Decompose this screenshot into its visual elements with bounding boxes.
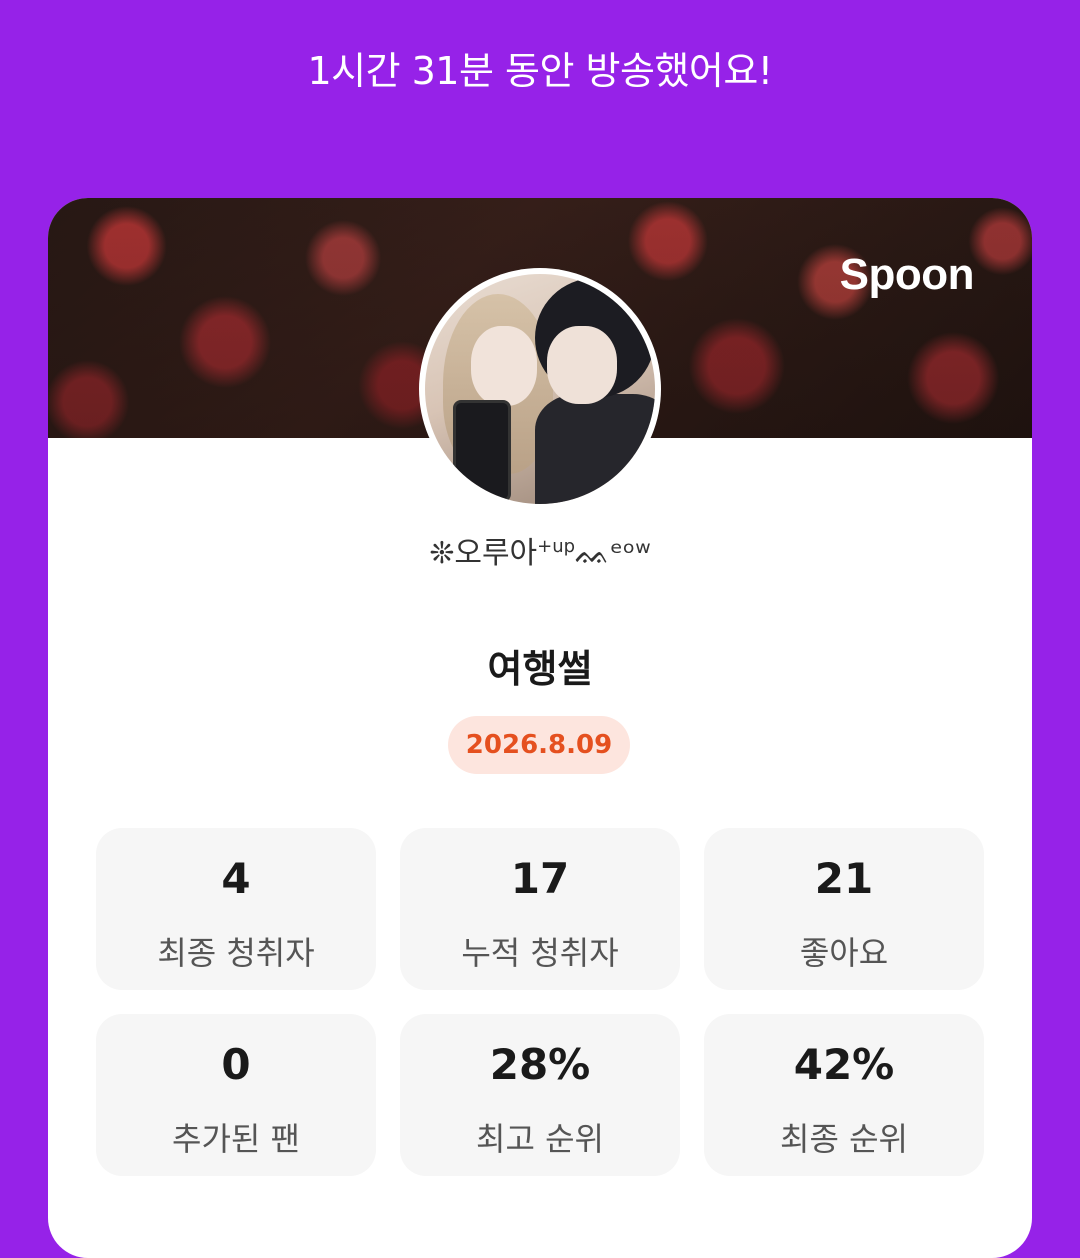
stat-value: 28% (489, 1040, 591, 1089)
stat-final-listeners: 4 최종 청취자 (96, 828, 376, 990)
broadcast-title: 여행썰 (487, 647, 593, 691)
spoon-logo: Spoon (839, 250, 975, 299)
user-nickname-main: ❊오루아 (429, 536, 538, 571)
stat-label: 누적 청취자 (461, 934, 619, 972)
stat-value: 4 (221, 854, 251, 903)
stat-label: 최종 순위 (780, 1120, 908, 1158)
stat-value: 17 (510, 854, 570, 903)
user-nickname-suffix: +up (537, 536, 576, 557)
broadcast-duration-heading: 1시간 31분 동안 방송했어요! (307, 49, 773, 93)
user-nickname-tail: ᨐᵉᵒʷ (575, 536, 651, 571)
stat-new-fans: 0 추가된 팬 (96, 1014, 376, 1176)
stat-likes: 21 좋아요 (704, 828, 984, 990)
stat-label: 최종 청취자 (157, 934, 315, 972)
user-nickname: ❊오루아+upᨐᵉᵒʷ (48, 528, 1032, 572)
stat-value: 0 (221, 1040, 251, 1089)
stat-total-listeners: 17 누적 청취자 (400, 828, 680, 990)
broadcast-date-badge: 2026.8.09 (448, 716, 630, 774)
stat-value: 42% (793, 1040, 895, 1089)
profile-avatar[interactable] (419, 268, 661, 510)
broadcast-summary-card: Spoon ❊오루아+upᨐᵉᵒʷ 여행썰 2026.8.09 4 최종 청취자… (48, 198, 1032, 1258)
stat-value: 21 (814, 854, 874, 903)
stat-label: 추가된 팬 (172, 1120, 300, 1158)
stat-label: 좋아요 (799, 934, 889, 972)
stat-label: 최고 순위 (476, 1120, 604, 1158)
stat-highest-rank: 28% 최고 순위 (400, 1014, 680, 1176)
stat-final-rank: 42% 최종 순위 (704, 1014, 984, 1176)
avatar-image (425, 274, 655, 504)
